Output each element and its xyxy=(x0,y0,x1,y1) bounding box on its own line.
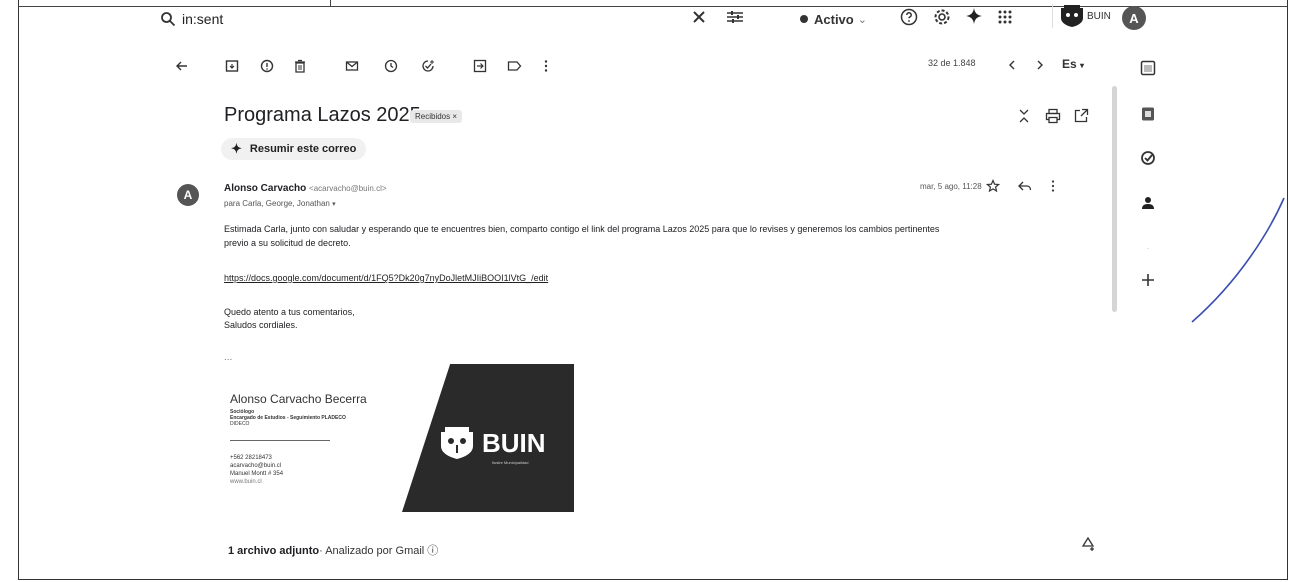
previous-chevron-icon[interactable] xyxy=(1002,55,1022,75)
mark-unread-icon[interactable] xyxy=(342,56,362,76)
contacts-icon[interactable] xyxy=(1138,193,1158,213)
message-body: Estimada Carla, junto con saludar y espe… xyxy=(224,222,1104,250)
org-brand-text: BUIN xyxy=(1087,10,1111,22)
signature-role-3: DIDECO xyxy=(230,421,250,427)
sender-name[interactable]: Alonso Carvacho xyxy=(224,183,306,194)
keep-notes-icon[interactable] xyxy=(1138,104,1158,124)
coat-of-arms-icon xyxy=(1059,4,1085,28)
attachment-summary: 1 archivo adjunto· Analizado por Gmail ⓘ xyxy=(228,542,438,558)
print-icon[interactable] xyxy=(1045,108,1061,124)
attachment-scan-note[interactable]: · Analizado por Gmail ⓘ xyxy=(319,545,438,557)
signature-contact: +562 28218473 acarvacho@buin.cl Manuel M… xyxy=(230,454,283,486)
add-to-drive-icon[interactable] xyxy=(1080,536,1096,552)
sparkle-icon: ✦ xyxy=(231,141,242,156)
signature-phone: +562 28218473 xyxy=(230,455,272,461)
tasks-icon[interactable] xyxy=(1138,148,1158,168)
label-tag-icon[interactable] xyxy=(504,56,524,76)
signature-email: acarvacho@buin.cl xyxy=(230,463,282,469)
body-line-2: previo a su solicitud de decreto. xyxy=(224,238,351,248)
closing: Quedo atento a tus comentarios, Saludos … xyxy=(224,306,355,332)
signature-coat-of-arms-icon xyxy=(438,426,476,460)
open-new-window-icon[interactable] xyxy=(1074,108,1089,123)
status-selector[interactable]: Activo ⌄ xyxy=(800,9,867,29)
page-frame xyxy=(18,0,1288,580)
message-subject: Programa Lazos 2025 xyxy=(224,104,421,126)
signature-logo-text: BUIN xyxy=(482,427,546,458)
pager-count: 32 de 1.848 xyxy=(928,58,976,68)
signature-roles: Sociólogo Encargado de Estudios - Seguim… xyxy=(230,409,346,427)
signature-logo-subtitle: Ilustre Municipalidad xyxy=(492,460,529,465)
back-arrow-icon[interactable] xyxy=(172,56,192,76)
input-language-selector[interactable]: Es ▾ xyxy=(1062,57,1084,71)
signature-expand-dots[interactable]: ... xyxy=(224,352,232,363)
language-label: Es xyxy=(1062,57,1077,71)
reply-icon[interactable] xyxy=(1018,180,1032,192)
body-line-1: Estimada Carla, junto con saludar y espe… xyxy=(224,224,940,234)
status-dot-icon xyxy=(800,15,808,23)
sender-avatar[interactable]: A xyxy=(177,184,199,206)
closing-line-1: Quedo atento a tus comentarios, xyxy=(224,307,355,317)
star-icon[interactable] xyxy=(986,179,1000,193)
attachment-count: 1 archivo adjunto xyxy=(228,545,320,557)
more-options-icon[interactable] xyxy=(536,56,556,76)
settings-gear-icon[interactable] xyxy=(933,8,951,26)
inbox-label-chip[interactable]: Recibidos × xyxy=(410,110,463,123)
closing-line-2: Saludos cordiales. xyxy=(224,320,298,330)
message-scrollbar[interactable] xyxy=(1112,86,1117,312)
recipients-line[interactable]: para Carla, George, Jonathan ▾ xyxy=(224,199,336,208)
apps-grid-icon[interactable] xyxy=(997,9,1013,25)
recipients-text: para Carla, George, Jonathan xyxy=(224,199,330,208)
gemini-sparkle-icon[interactable] xyxy=(965,7,983,25)
chevron-down-icon: ⌄ xyxy=(857,13,867,26)
clear-search-icon[interactable] xyxy=(692,10,706,24)
account-avatar[interactable]: A xyxy=(1122,6,1146,30)
search-options-icon[interactable] xyxy=(726,9,744,25)
signature-divider xyxy=(230,440,330,441)
caret-down-icon: ▾ xyxy=(1080,61,1085,70)
signature-logo: BUIN xyxy=(438,426,546,460)
signature-card: Alonso Carvacho Becerra Sociólogo Encarg… xyxy=(224,364,574,512)
search-input[interactable]: in:sent xyxy=(182,11,223,27)
pen-annotation xyxy=(1191,197,1285,323)
document-link[interactable]: https://docs.google.com/document/d/1FQ5?… xyxy=(224,273,548,283)
snooze-clock-icon[interactable] xyxy=(381,56,401,76)
report-spam-icon[interactable] xyxy=(257,56,277,76)
message-more-icon[interactable] xyxy=(1050,179,1056,193)
sender-email: <acarvacho@buin.cl> xyxy=(309,184,387,193)
status-label: Activo xyxy=(814,11,854,27)
search-icon[interactable] xyxy=(160,11,176,27)
signature-name: Alonso Carvacho Becerra xyxy=(230,392,367,406)
summarize-label: Resumir este correo xyxy=(249,143,357,155)
summarize-email-button[interactable]: ✦ Resumir este correo xyxy=(221,138,367,160)
signature-address: Manuel Montt # 354 xyxy=(230,471,284,477)
signature-web: www.buin.cl xyxy=(230,479,262,485)
archive-icon[interactable] xyxy=(222,56,242,76)
search-bar[interactable]: in:sent xyxy=(160,4,760,34)
delete-trash-icon[interactable] xyxy=(290,56,310,76)
next-chevron-icon[interactable] xyxy=(1030,55,1050,75)
move-to-icon[interactable] xyxy=(470,56,490,76)
rail-divider-dot: · xyxy=(1146,243,1150,253)
message-date: mar, 5 ago, 11:28 xyxy=(920,182,982,191)
add-task-icon[interactable] xyxy=(418,56,438,76)
calendar-icon[interactable] xyxy=(1138,58,1158,78)
org-logo[interactable]: BUIN xyxy=(1052,4,1111,28)
sender-line: Alonso Carvacho <acarvacho@buin.cl> xyxy=(224,183,387,194)
recipients-caret-icon[interactable]: ▾ xyxy=(332,201,336,208)
collapse-all-icon[interactable] xyxy=(1018,108,1030,124)
add-addon-plus-icon[interactable] xyxy=(1138,270,1158,290)
help-icon[interactable] xyxy=(900,8,918,26)
